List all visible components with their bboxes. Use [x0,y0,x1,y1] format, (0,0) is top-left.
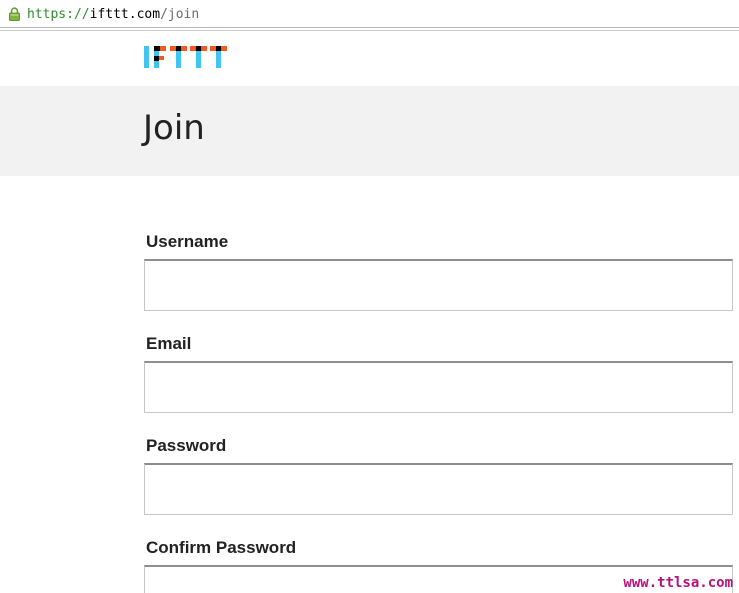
username-field[interactable] [144,259,733,311]
join-form: Username Email Password Confirm Password [0,0,739,593]
watermark: www.ttlsa.com [623,575,733,591]
username-label: Username [146,232,229,251]
page: https://ifttt.com/join Join Username Ema… [0,0,739,593]
password-label: Password [146,436,227,455]
email-field[interactable] [144,361,733,413]
email-label: Email [146,334,192,353]
password-field[interactable] [144,463,733,515]
confirm-password-label: Confirm Password [146,538,297,557]
